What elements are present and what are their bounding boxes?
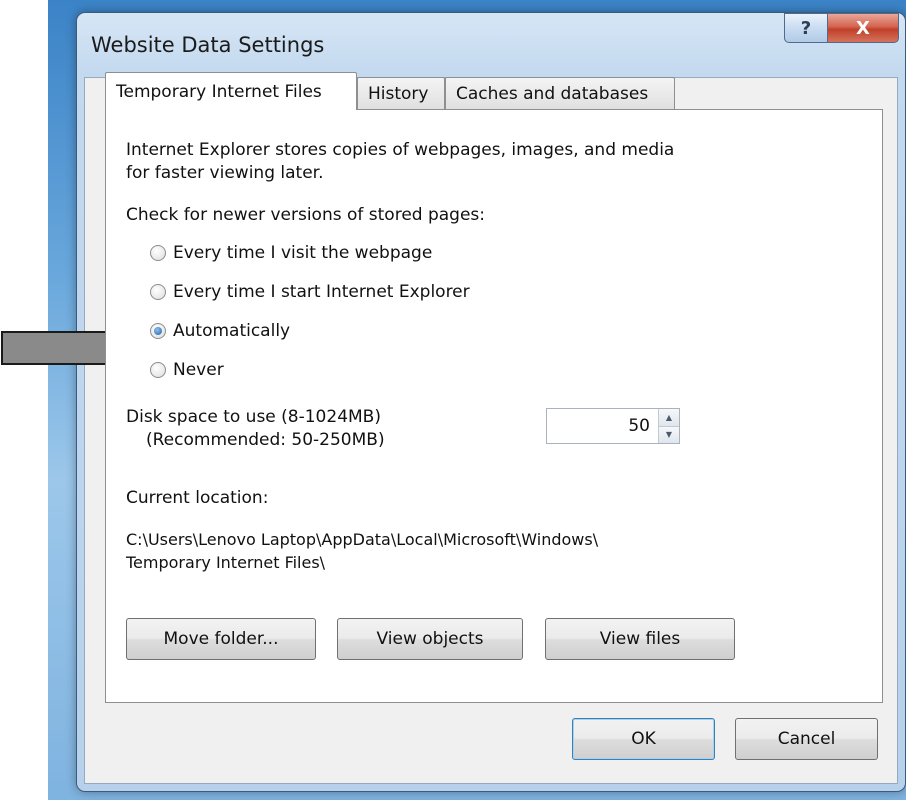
cancel-button[interactable]: Cancel [735,718,878,760]
close-icon: X [856,17,870,39]
current-location-label: Current location: [126,488,269,508]
radio-every-start[interactable]: Every time I start Internet Explorer [150,282,470,302]
tab-label: Caches and databases [456,83,649,104]
tab-temporary-internet-files[interactable]: Temporary Internet Files [105,72,357,110]
radio-indicator[interactable] [150,245,166,261]
radio-label: Never [173,360,224,380]
current-location-path-2: Temporary Internet Files\ [126,553,326,572]
radio-indicator[interactable] [150,362,166,378]
description-line-2: for faster viewing later. [126,163,324,183]
spin-down-button[interactable]: ▼ [659,425,679,443]
tab-panel-temporary-internet-files: Internet Explorer stores copies of webpa… [105,109,883,703]
dialog-window: Website Data Settings ? X Temporary Inte… [76,12,906,792]
dialog-client-area: Temporary Internet Files History Caches … [84,72,898,784]
tab-history[interactable]: History [357,77,445,109]
view-files-button[interactable]: View files [545,618,735,660]
radio-label: Every time I visit the webpage [173,243,433,263]
move-folder-button[interactable]: Move folder... [126,618,316,660]
ok-button[interactable]: OK [572,718,715,760]
tab-label: Temporary Internet Files [116,81,322,102]
radio-label: Every time I start Internet Explorer [173,282,470,302]
disk-space-input[interactable]: 50 [547,409,658,443]
current-location-path-1: C:\Users\Lenovo Laptop\AppData\Local\Mic… [126,530,599,549]
spinner-buttons: ▲ ▼ [658,409,679,443]
chevron-down-icon: ▼ [665,430,673,440]
radio-every-visit[interactable]: Every time I visit the webpage [150,243,432,263]
chevron-up-icon: ▲ [665,412,673,422]
dialog-title: Website Data Settings [91,33,325,57]
close-button[interactable]: X [828,13,899,43]
view-objects-button[interactable]: View objects [337,618,523,660]
help-button[interactable]: ? [784,13,828,43]
check-newer-versions-label: Check for newer versions of stored pages… [126,205,486,225]
disk-space-label: Disk space to use (8-1024MB) [126,407,381,427]
spin-up-button[interactable]: ▲ [659,409,679,426]
radio-indicator[interactable] [150,284,166,300]
tab-caches-and-databases[interactable]: Caches and databases [445,77,675,109]
radio-automatically[interactable]: Automatically [150,321,290,341]
disk-space-recommended: (Recommended: 50-250MB) [146,430,385,450]
radio-indicator-selected[interactable] [150,323,166,339]
radio-label: Automatically [173,321,291,341]
disk-space-spinner[interactable]: 50 ▲ ▼ [546,408,680,444]
caption-buttons: ? X [784,13,899,43]
help-icon: ? [800,17,812,39]
description-line-1: Internet Explorer stores copies of webpa… [126,140,675,160]
tab-label: History [368,83,429,104]
radio-never[interactable]: Never [150,360,224,380]
